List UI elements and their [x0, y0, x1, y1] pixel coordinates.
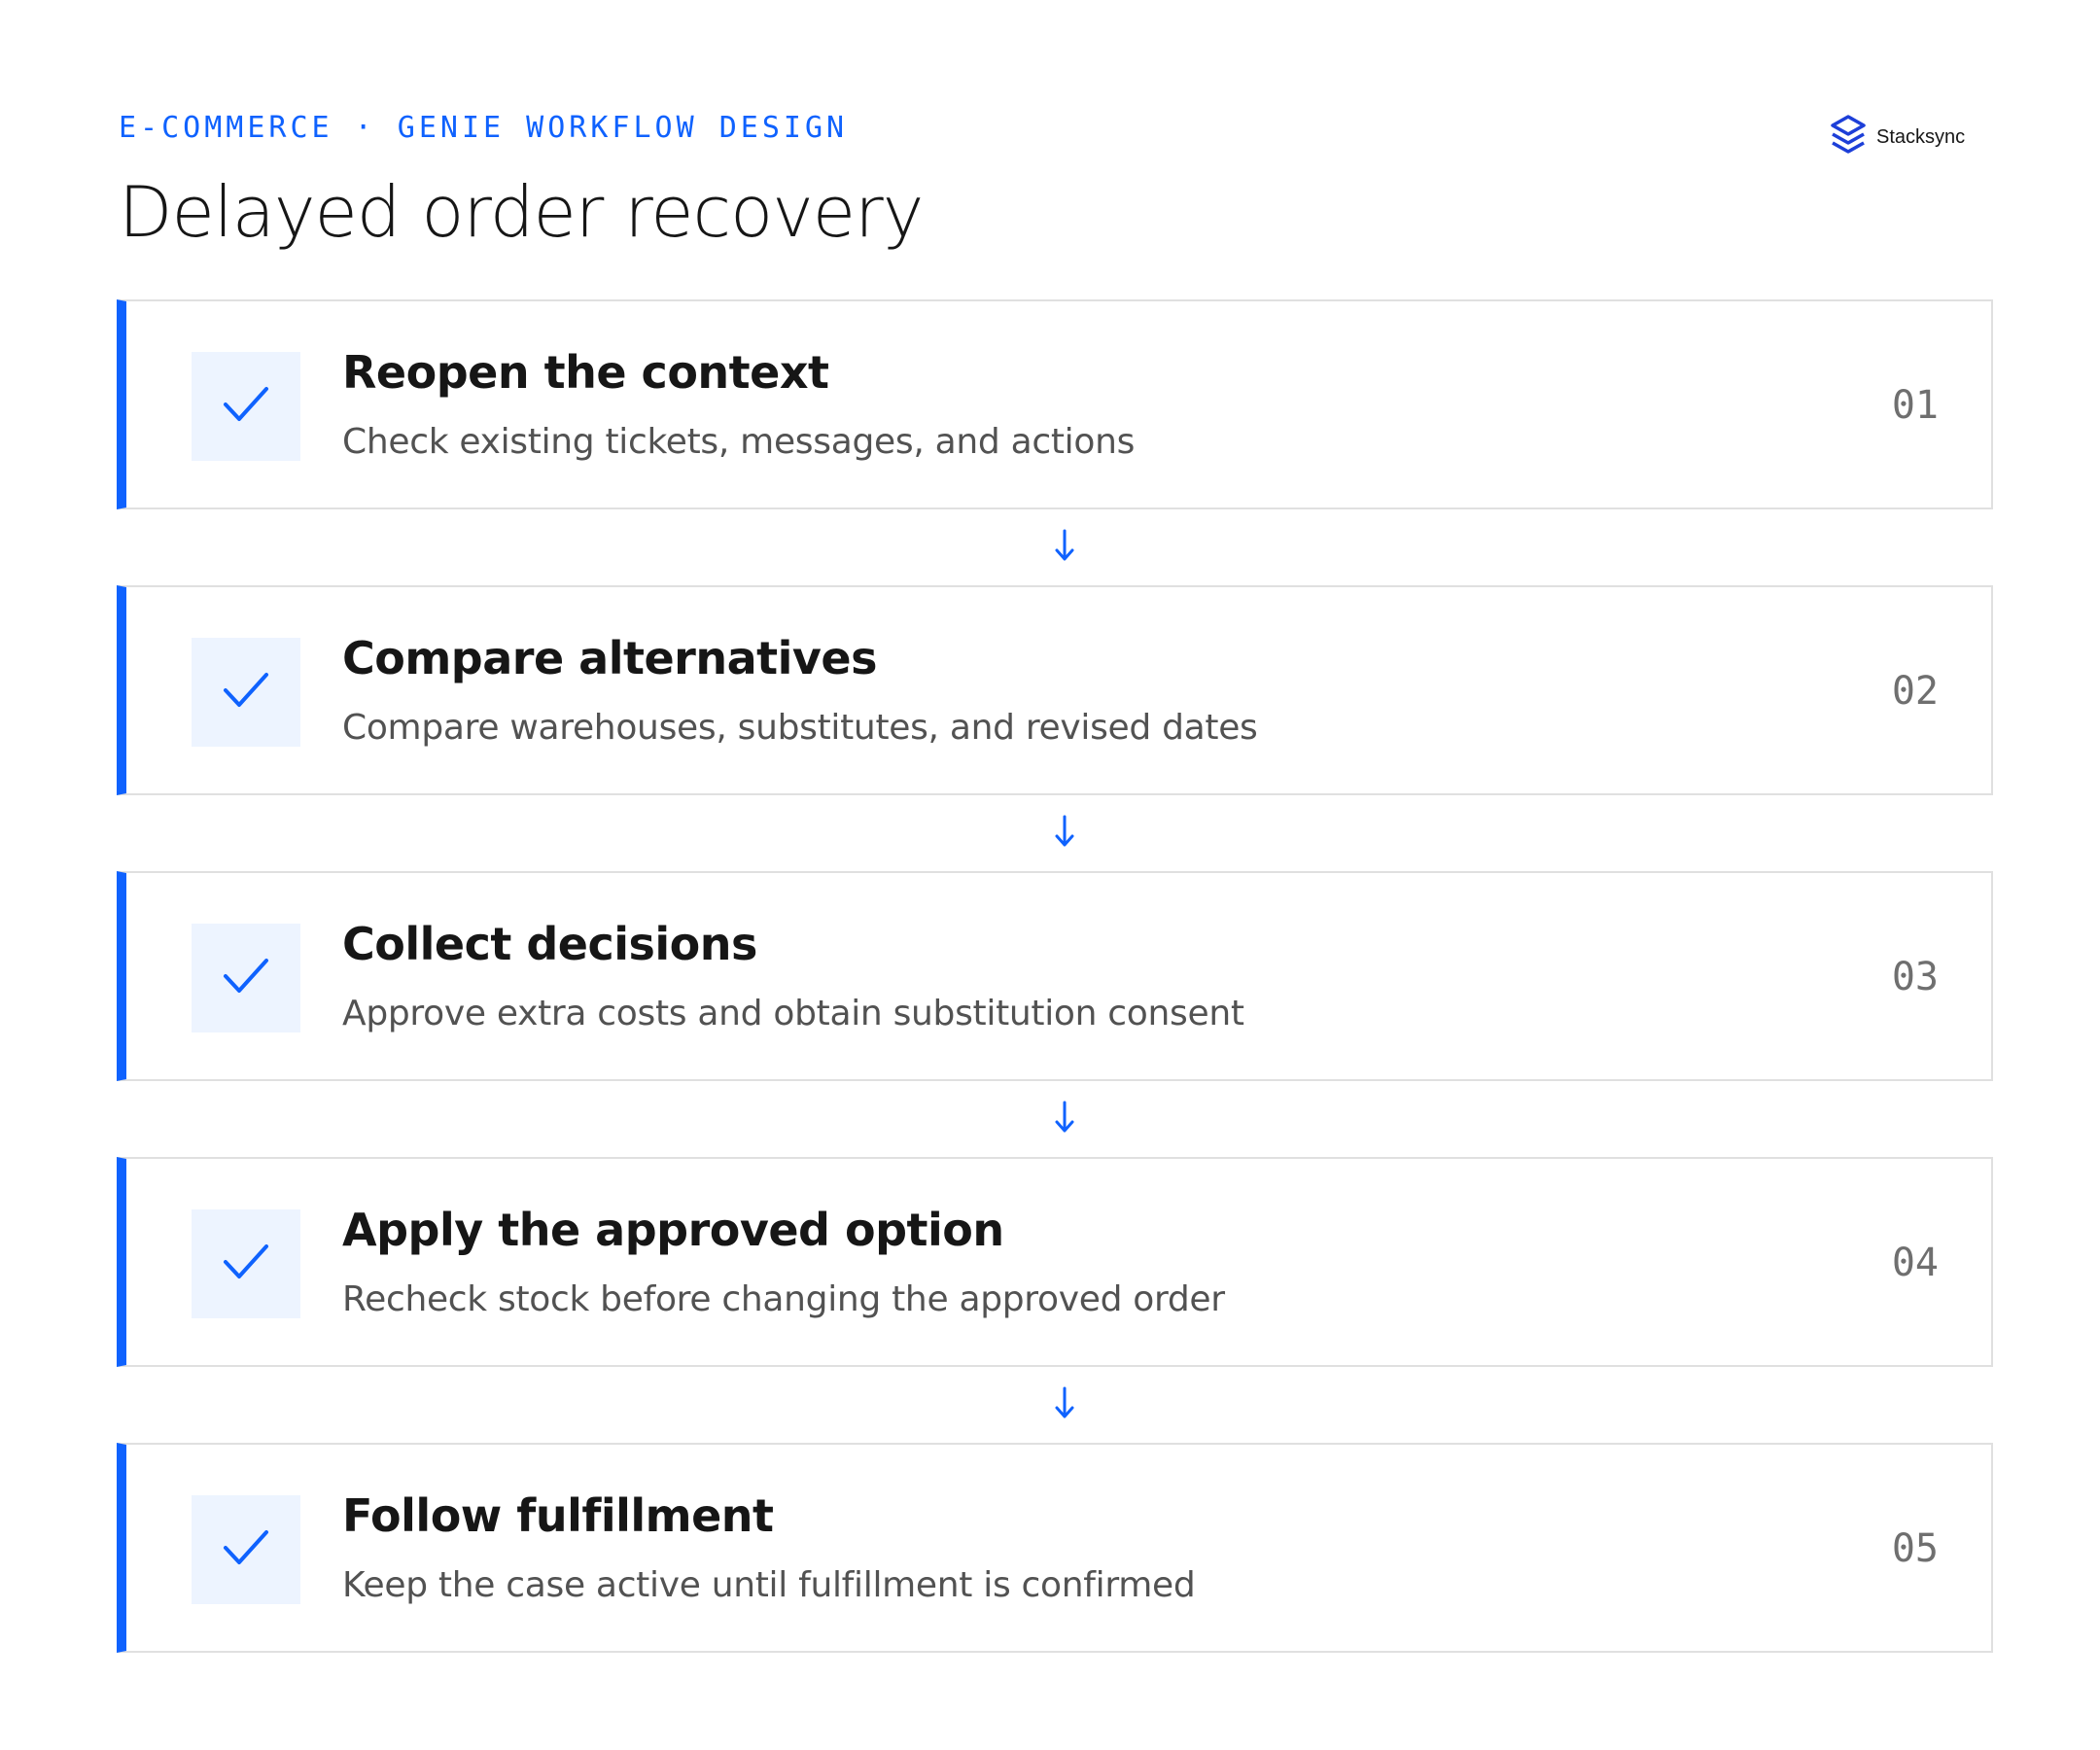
arrow-down-icon — [1053, 528, 1076, 567]
arrow-down-icon — [1053, 814, 1076, 853]
eyebrow: E-COMMERCE · GENIE WORKFLOW DESIGN — [119, 111, 849, 145]
check-icon-box — [192, 1495, 300, 1604]
workflow-steps: Reopen the context Check existing tickets… — [117, 299, 1993, 1653]
step-connector — [117, 509, 1993, 585]
step-connector — [117, 1367, 1993, 1443]
step-title: Reopen the context — [342, 346, 829, 399]
step-card: Apply the approved option Recheck stock b… — [117, 1157, 1993, 1367]
step-number: 02 — [1891, 669, 1939, 714]
arrow-down-icon — [1053, 1385, 1076, 1424]
step-description: Approve extra costs and obtain substitut… — [342, 994, 1244, 1033]
step-card: Compare alternatives Compare warehouses, … — [117, 585, 1993, 795]
check-icon — [223, 671, 269, 714]
step-connector — [117, 1081, 1993, 1157]
step-connector — [117, 795, 1993, 871]
check-icon — [223, 1242, 269, 1285]
step-description: Keep the case active until fulfillment i… — [342, 1565, 1196, 1605]
step-title: Compare alternatives — [342, 632, 877, 684]
brand-logo: Stacksync — [1828, 113, 1965, 161]
stacksync-logo-icon — [1828, 114, 1869, 160]
check-icon — [223, 385, 269, 428]
check-icon-box — [192, 638, 300, 747]
step-description: Check existing tickets, messages, and ac… — [342, 422, 1136, 462]
check-icon-box — [192, 352, 300, 461]
step-number: 04 — [1891, 1241, 1939, 1285]
page-title: Delayed order recovery — [119, 171, 924, 253]
step-card: Collect decisions Approve extra costs and… — [117, 871, 1993, 1081]
step-title: Follow fulfillment — [342, 1489, 774, 1542]
brand-name: Stacksync — [1876, 125, 1966, 148]
check-icon-box — [192, 924, 300, 1032]
step-title: Collect decisions — [342, 918, 757, 970]
step-card: Reopen the context Check existing tickets… — [117, 299, 1993, 509]
arrow-down-icon — [1053, 1100, 1076, 1138]
check-icon — [223, 1528, 269, 1571]
check-icon-box — [192, 1209, 300, 1318]
step-description: Compare warehouses, substitutes, and rev… — [342, 708, 1258, 748]
check-icon — [223, 957, 269, 999]
step-number: 03 — [1891, 955, 1939, 999]
step-description: Recheck stock before changing the approv… — [342, 1279, 1225, 1319]
step-number: 05 — [1891, 1526, 1939, 1571]
step-card: Follow fulfillment Keep the case active u… — [117, 1443, 1993, 1653]
step-title: Apply the approved option — [342, 1204, 1004, 1256]
step-number: 01 — [1891, 383, 1939, 428]
